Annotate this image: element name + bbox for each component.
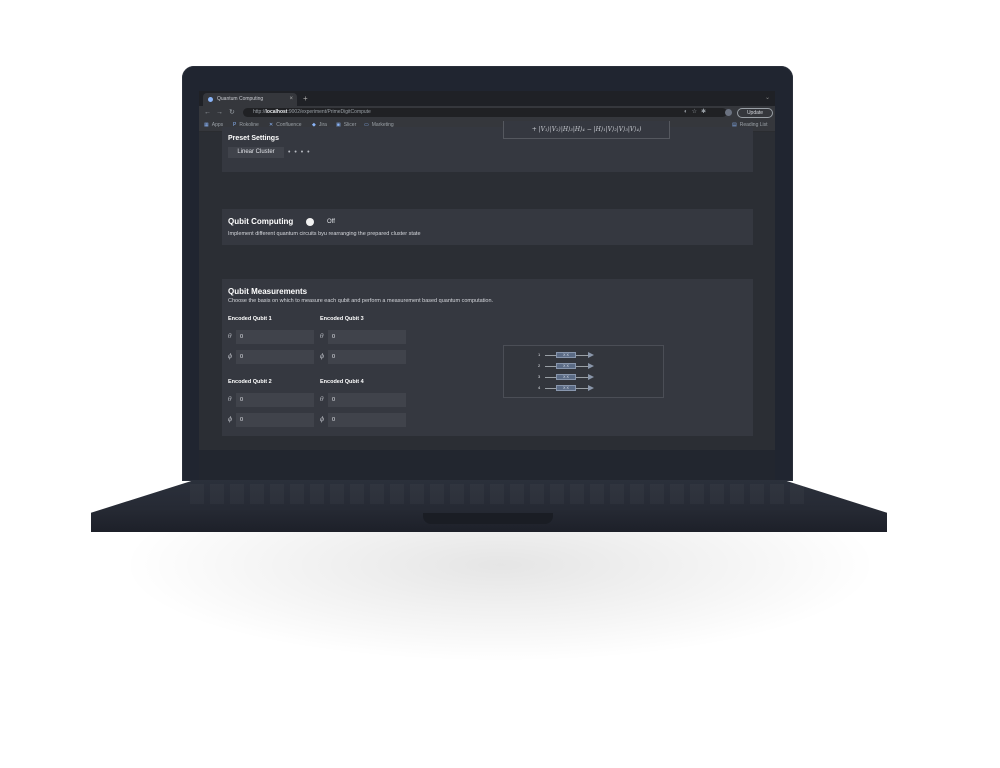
circuit-row-number: 4 (538, 385, 541, 390)
preset-settings-card: Preset Settings Linear Cluster • • • • +… (222, 121, 753, 172)
phi-symbol: ϕ (320, 416, 325, 423)
qubit-2-phi-row: ϕ 0 (228, 413, 314, 427)
qubit-2-theta-row: θ 0 (228, 393, 314, 407)
encoded-qubit-2-label: Encoded Qubit 2 (228, 379, 272, 385)
url-host: localhost (265, 109, 288, 115)
update-button[interactable]: Update (737, 108, 773, 118)
extension-icons[interactable]: ◐☆✱ (684, 106, 710, 119)
browser-toolbar: ← → ↻ http://localhost:9002/experiment/P… (199, 106, 775, 119)
favicon-icon (208, 97, 213, 102)
qubit-4-theta-input[interactable]: 0 (328, 393, 406, 407)
qubit-3-theta-input[interactable]: 0 (328, 330, 406, 344)
close-tab-icon[interactable]: × (289, 93, 293, 106)
phi-symbol: ϕ (228, 416, 233, 423)
laptop-notch (423, 513, 553, 524)
circuit-row-number: 3 (538, 374, 541, 379)
circuit-row-number: 1 (538, 352, 541, 357)
keyboard (190, 484, 810, 504)
encoded-qubit-1-label: Encoded Qubit 1 (228, 316, 272, 322)
address-bar[interactable]: http://localhost:9002/experiment/PrimeDi… (243, 108, 727, 117)
circuit-row: 2 X X (504, 362, 663, 370)
theta-symbol: θ (320, 333, 324, 340)
cluster-dots: • • • • (288, 149, 311, 156)
qubit-1-phi-row: ϕ 0 (228, 350, 314, 364)
circuit-row-number: 2 (538, 363, 541, 368)
qubit-4-phi-input[interactable]: 0 (328, 413, 406, 427)
qubit-computing-card: Qubit Computing Off Implement different … (222, 209, 753, 245)
encoded-qubit-4-label: Encoded Qubit 4 (320, 379, 364, 385)
measurements-title: Qubit Measurements (228, 287, 308, 296)
back-icon[interactable]: ← (204, 106, 211, 119)
qubit-1-phi-input[interactable]: 0 (236, 350, 314, 364)
circuit-gate: X X (556, 374, 576, 380)
phi-symbol: ϕ (320, 353, 325, 360)
computing-title: Qubit Computing (228, 217, 294, 226)
qubit-4-phi-row: ϕ 0 (320, 413, 406, 427)
arrow-icon (588, 363, 594, 369)
theta-symbol: θ (320, 396, 324, 403)
preset-title: Preset Settings (228, 135, 279, 142)
browser-tab[interactable]: Quantum Computing × (203, 93, 297, 106)
linear-cluster-button[interactable]: Linear Cluster (228, 147, 284, 158)
tab-search-icon[interactable]: ⌄ (765, 93, 770, 104)
theta-symbol: θ (228, 396, 232, 403)
circuit-gate: X X (556, 385, 576, 391)
screen-bezel-bottom (199, 450, 775, 481)
toggle-label: Off (327, 219, 335, 225)
reload-icon[interactable]: ↻ (229, 106, 235, 119)
circuit-row: 3 X X (504, 373, 663, 381)
phi-symbol: ϕ (228, 353, 233, 360)
laptop-screen: Quantum Computing × + ⌄ ← → ↻ http://loc… (199, 91, 775, 450)
url-path: :9002/experiment/PrimeDigitCompute (287, 109, 371, 115)
browser-tab-bar: Quantum Computing × + ⌄ (199, 91, 775, 106)
apps-icon: ▦ (204, 122, 209, 128)
circuit-row: 4 X X (504, 384, 663, 392)
qubit-3-theta-row: θ 0 (320, 330, 406, 344)
qubit-1-theta-row: θ 0 (228, 330, 314, 344)
encoded-qubit-3-label: Encoded Qubit 3 (320, 316, 364, 322)
qubit-4-theta-row: θ 0 (320, 393, 406, 407)
url-scheme: http:// (253, 109, 266, 115)
circuit-gate: X X (556, 352, 576, 358)
tab-title: Quantum Computing (217, 96, 264, 102)
avatar[interactable] (725, 109, 732, 116)
computing-description: Implement different quantum circuits byu… (228, 231, 421, 237)
circuit-row: 1 X X (504, 351, 663, 359)
qubit-2-theta-input[interactable]: 0 (236, 393, 314, 407)
bookmark-apps[interactable]: ▦ Apps (204, 119, 223, 131)
circuit-gate: X X (556, 363, 576, 369)
qubit-3-phi-row: ϕ 0 (320, 350, 406, 364)
computing-toggle[interactable] (306, 218, 314, 226)
measurements-description: Choose the basis on which to measure eac… (228, 298, 494, 304)
qubit-3-phi-input[interactable]: 0 (328, 350, 406, 364)
theta-symbol: θ (228, 333, 232, 340)
qubit-2-phi-input[interactable]: 0 (236, 413, 314, 427)
arrow-icon (588, 352, 594, 358)
circuit-diagram: 1 X X 2 X X 3 X X 4 X X (503, 345, 664, 398)
qubit-measurements-card: Qubit Measurements Choose the basis on w… (222, 279, 753, 436)
arrow-icon (588, 385, 594, 391)
cluster-state-formula: + |V₁⟩|V₂⟩|H⟩₃|H⟩₄ − |H⟩₁|V⟩₂|V⟩₃|V⟩₄) (503, 121, 670, 139)
arrow-icon (588, 374, 594, 380)
new-tab-icon[interactable]: + (303, 92, 308, 105)
qubit-1-theta-input[interactable]: 0 (236, 330, 314, 344)
forward-icon[interactable]: → (216, 106, 223, 119)
page-content: Preset Settings Linear Cluster • • • • +… (199, 121, 775, 450)
